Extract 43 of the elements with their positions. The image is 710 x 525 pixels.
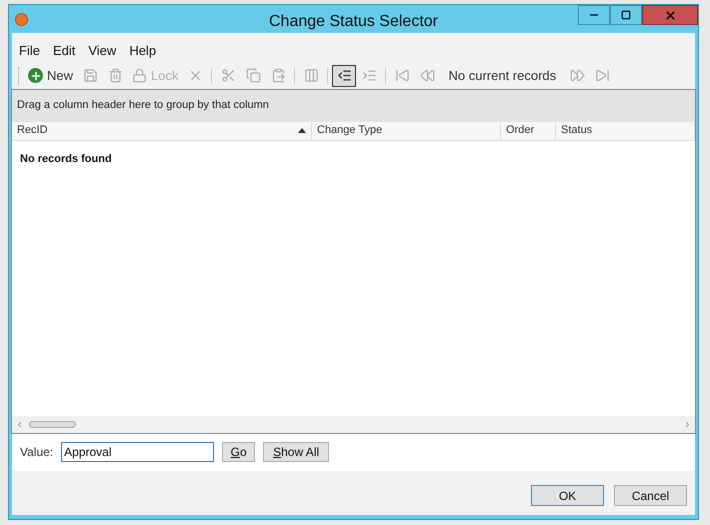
- menu-item[interactable]: View: [88, 41, 116, 60]
- maximize-button[interactable]: [610, 5, 642, 25]
- empty-message: No records found: [20, 152, 112, 164]
- menu-item[interactable]: Help: [129, 41, 156, 60]
- column-header[interactable]: Order: [501, 122, 556, 140]
- menu-item[interactable]: Edit: [52, 41, 76, 60]
- rewind-icon: [420, 68, 435, 83]
- column-header[interactable]: Status: [556, 122, 695, 140]
- column-header[interactable]: RecID: [12, 122, 312, 140]
- value-label: Value:: [20, 444, 54, 461]
- horizontal-scrollbar[interactable]: [12, 416, 695, 432]
- copy-icon: [246, 68, 261, 83]
- window-title: Change Status Selector: [268, 12, 439, 32]
- scroll-right-icon[interactable]: [683, 420, 692, 428]
- skip-back-icon: [394, 68, 410, 83]
- columns-icon: [304, 68, 319, 83]
- scissors-icon: [220, 68, 236, 83]
- new-button[interactable]: New: [24, 64, 78, 86]
- plus-icon: [28, 68, 43, 83]
- close-icon: [664, 8, 676, 22]
- indent-icon: [362, 68, 377, 83]
- clipboard-icon: [270, 68, 286, 83]
- outdent-button[interactable]: [332, 64, 356, 86]
- go-button[interactable]: Go: [222, 442, 256, 462]
- save-icon: [82, 68, 98, 83]
- scroll-left-icon[interactable]: [15, 420, 24, 428]
- value-field[interactable]: Approval: [61, 442, 214, 462]
- show-all-button[interactable]: Show All: [263, 442, 330, 462]
- dialog-button[interactable]: OK: [531, 485, 604, 506]
- close-button[interactable]: [642, 5, 698, 25]
- skip-forward-icon: [594, 68, 610, 83]
- app-logo-icon: [15, 12, 28, 26]
- lock-icon: [132, 68, 148, 83]
- outdent-icon: [336, 68, 352, 83]
- trash-icon: [108, 68, 123, 83]
- column-header[interactable]: Change Type: [312, 122, 501, 140]
- maximize-icon: [621, 10, 631, 20]
- dialog-button[interactable]: Cancel: [614, 485, 687, 506]
- scrollbar-thumb[interactable]: [29, 420, 76, 428]
- menu-item[interactable]: File: [19, 41, 40, 60]
- group-by-hint: Drag a column header here to group by that column: [17, 98, 269, 114]
- fast-forward-icon: [570, 68, 585, 83]
- record-status: No current records: [447, 66, 558, 85]
